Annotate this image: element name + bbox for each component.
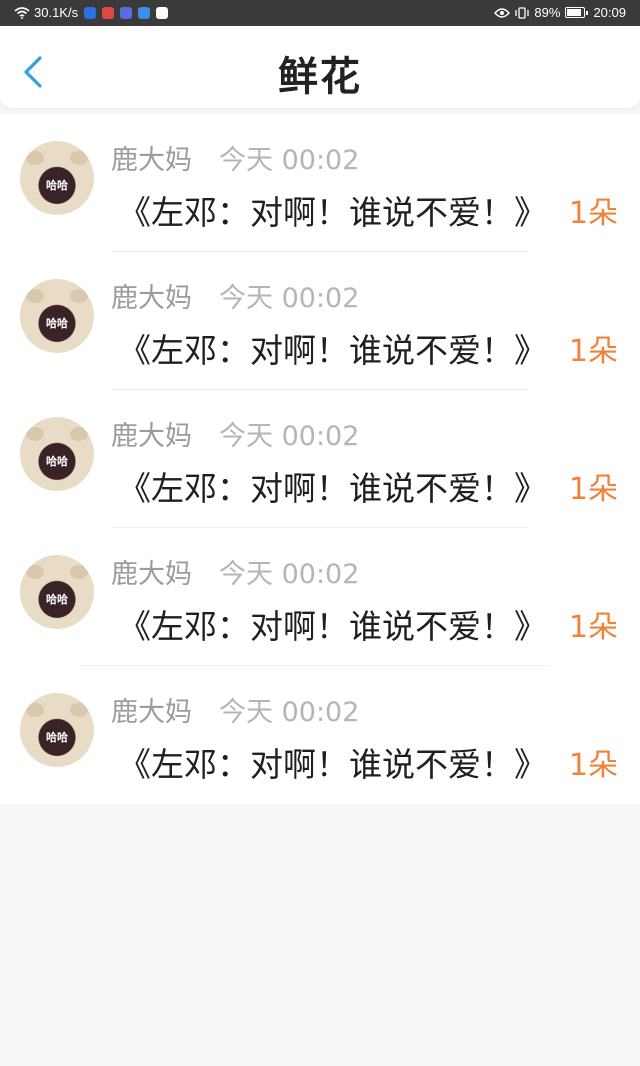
network-speed: 30.1K/s <box>34 5 79 20</box>
timestamp: 今天 00:02 <box>219 145 360 176</box>
vibrate-icon <box>515 6 530 19</box>
avatar-text: 哈哈 <box>46 731 68 744</box>
app-notification-icon <box>120 6 133 19</box>
timestamp: 今天 00:02 <box>219 697 360 728</box>
app-notification-icon <box>156 6 169 19</box>
avatar-text: 哈哈 <box>46 455 68 468</box>
work-title[interactable]: 《左邓：对啊！谁说不爱！》 <box>118 462 547 510</box>
page-title: 鲜花 <box>278 54 362 100</box>
list-item[interactable]: 哈哈 鹿大妈 今天 00:02 《左邓：对啊！谁说不爱！》 1朵 <box>0 252 640 390</box>
flower-count: 1朵 <box>568 472 618 507</box>
user-name[interactable]: 鹿大妈 <box>111 414 192 453</box>
avatar[interactable]: 哈哈 <box>20 417 94 491</box>
work-title[interactable]: 《左邓：对啊！谁说不爱！》 <box>118 186 547 234</box>
flower-list: 哈哈 鹿大妈 今天 00:02 《左邓：对啊！谁说不爱！》 1朵 哈哈 鹿大妈 … <box>0 114 640 804</box>
timestamp: 今天 00:02 <box>219 559 360 590</box>
flower-count: 1朵 <box>568 196 618 231</box>
flower-count: 1朵 <box>568 610 618 645</box>
app-notification-icon <box>102 6 115 19</box>
battery-level: 89% <box>534 5 561 20</box>
user-name[interactable]: 鹿大妈 <box>111 552 192 591</box>
timestamp: 今天 00:02 <box>219 283 360 314</box>
user-name[interactable]: 鹿大妈 <box>111 138 192 177</box>
list-item[interactable]: 哈哈 鹿大妈 今天 00:02 《左邓：对啊！谁说不爱！》 1朵 <box>0 528 640 666</box>
work-title[interactable]: 《左邓：对啊！谁说不爱！》 <box>118 600 547 648</box>
header: 鲜花 <box>0 26 640 108</box>
user-name[interactable]: 鹿大妈 <box>111 690 192 729</box>
list-item[interactable]: 哈哈 鹿大妈 今天 00:02 《左邓：对啊！谁说不爱！》 1朵 <box>0 390 640 528</box>
timestamp: 今天 00:02 <box>219 421 360 452</box>
avatar-text: 哈哈 <box>46 593 68 606</box>
avatar[interactable]: 哈哈 <box>20 693 94 767</box>
avatar[interactable]: 哈哈 <box>20 141 94 215</box>
avatar[interactable]: 哈哈 <box>20 555 94 629</box>
clock: 20:09 <box>593 5 626 20</box>
app-notification-icon <box>84 6 97 19</box>
work-title[interactable]: 《左邓：对啊！谁说不爱！》 <box>118 738 547 786</box>
flower-count: 1朵 <box>568 748 618 783</box>
avatar[interactable]: 哈哈 <box>20 279 94 353</box>
wifi-icon <box>14 6 30 19</box>
list-item[interactable]: 哈哈 鹿大妈 今天 00:02 《左邓：对啊！谁说不爱！》 1朵 <box>0 114 640 252</box>
app-notification-icon <box>138 6 151 19</box>
eye-icon <box>494 7 511 18</box>
list-item[interactable]: 哈哈 鹿大妈 今天 00:02 《左邓：对啊！谁说不爱！》 1朵 <box>0 666 640 804</box>
flower-count: 1朵 <box>568 334 618 369</box>
status-bar: 30.1K/s 89% 20:09 <box>0 0 640 26</box>
work-title[interactable]: 《左邓：对啊！谁说不爱！》 <box>118 324 547 372</box>
avatar-text: 哈哈 <box>46 317 68 330</box>
battery-icon <box>565 7 586 18</box>
avatar-text: 哈哈 <box>46 179 68 192</box>
user-name[interactable]: 鹿大妈 <box>111 276 192 315</box>
